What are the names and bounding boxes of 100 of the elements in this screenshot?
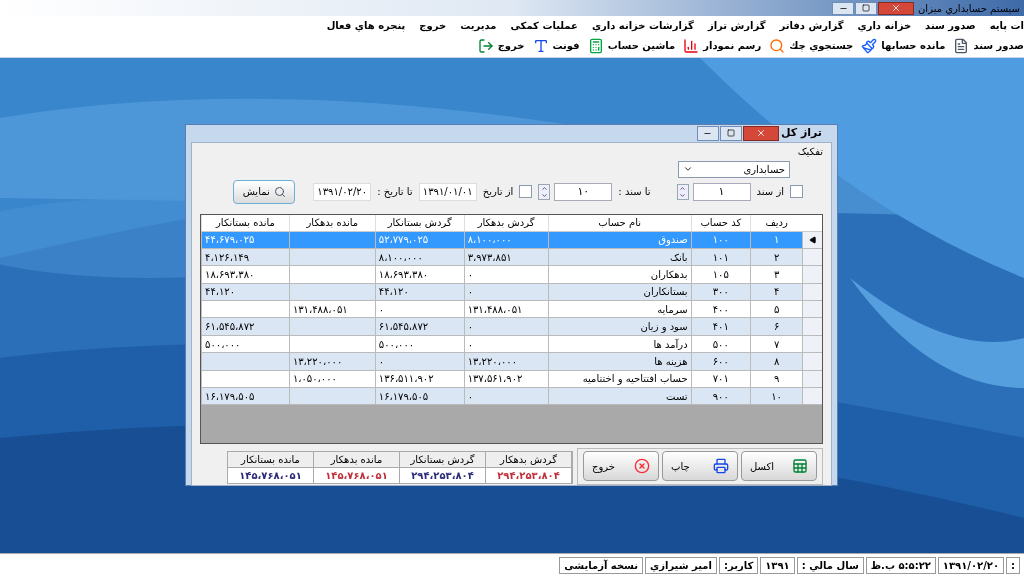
table-cell-text: ۱۶،۱۷۹،۵۰۵ xyxy=(205,389,255,404)
number-field[interactable]: ۱ xyxy=(692,182,751,201)
table-row[interactable]: ۳ ۱۰۵ بدهکاران ۰ ۱۸،۶۹۳،۳۸۰ ۱۸،۶۹۳،۳۸۰ xyxy=(201,266,822,284)
column-header[interactable]: مانده بستانکار xyxy=(201,214,289,231)
maximize-button[interactable] xyxy=(719,125,742,141)
magnifier-icon xyxy=(769,37,786,54)
menu-item[interactable]: گزارش تراز xyxy=(707,17,766,33)
toolbar-button[interactable]: جستجوي چك xyxy=(769,37,854,54)
table-cell-text: ۴۴،۱۲۰ xyxy=(378,285,409,300)
table-cell-text: ۸،۱۰۰،۰۰۰ xyxy=(378,250,423,265)
document-icon xyxy=(953,37,970,54)
brush-icon xyxy=(861,37,878,54)
column-header[interactable]: گردش بستانکار xyxy=(374,214,464,231)
table-cell-text: بستانکاران xyxy=(643,285,688,300)
table-cell-text: ۴ xyxy=(773,285,780,300)
total-value: ۲۹۴،۲۵۳،۸۰۴ xyxy=(410,468,475,483)
column-header[interactable]: کد حساب xyxy=(690,214,750,231)
table-row[interactable]: ۶ ۴۰۱ سود و زیان ۰ ۶۱،۵۴۵،۸۷۲ ۶۱،۵۴۵،۸۷۲ xyxy=(201,318,822,336)
table-cell-text: صندوق xyxy=(658,233,688,248)
menu-item[interactable]: گزارشات خزانه داري xyxy=(591,17,694,33)
table-row[interactable]: ۵ ۴۰۰ سرمایه ۱۳۱،۴۸۸،۰۵۱ ۰ ۱۳۱،۴۸۸،۰۵۱ xyxy=(201,301,822,319)
maximize-icon xyxy=(862,4,870,12)
letter-icon xyxy=(532,37,549,54)
table-cell-text: ۸ xyxy=(773,354,780,369)
table-cell-text: ۳،۹۷۳،۸۵۱ xyxy=(467,250,512,265)
table-cell-text: ۸،۱۰۰،۰۰۰ xyxy=(467,233,512,248)
table-cell-text: ۵۰۰،۰۰۰ xyxy=(378,337,415,352)
column-header[interactable]: گردش بدهکار xyxy=(463,214,548,231)
table-cell-text: ۴۰۱ xyxy=(712,320,729,335)
menu-item[interactable]: گزارش دفاتر xyxy=(779,17,844,33)
table-cell-text: ۰ xyxy=(467,337,473,352)
menu-item[interactable]: خروج xyxy=(419,17,447,33)
table-cell-text: ۹ xyxy=(773,372,780,387)
close-button[interactable] xyxy=(742,125,779,141)
status-field: ۵:۵:۲۲ ب.ظ xyxy=(865,556,936,574)
show-button[interactable]: نمایش xyxy=(233,179,296,204)
calculator-icon xyxy=(587,37,604,54)
field-label: از سند xyxy=(756,185,784,199)
column-header[interactable]: نام حساب xyxy=(547,214,691,231)
status-field: سال مالي : xyxy=(796,556,864,574)
menu-item[interactable]: ات پایه xyxy=(989,17,1024,33)
toolbar-button[interactable]: ماشین حساب xyxy=(587,37,676,54)
close-icon xyxy=(755,128,766,139)
toolbar-button[interactable]: مانده حسابها xyxy=(861,37,946,54)
close-button[interactable] xyxy=(878,1,914,15)
table-cell-text: ۲ xyxy=(773,250,780,265)
status-field: امیر شیرازي xyxy=(645,556,717,574)
table-cell-text: ۱۳،۲۲۰،۰۰۰ xyxy=(292,354,343,369)
status-field: نسخه آزمایشی xyxy=(559,556,644,574)
table-cell-text: ۴۴،۱۲۰ xyxy=(205,285,236,300)
group-label: تفکیک xyxy=(796,144,823,159)
menu-item[interactable]: مدیریت xyxy=(460,17,497,33)
table-cell-text: ۱۳۶،۵۱۱،۹۰۲ xyxy=(378,372,434,387)
dialog-title: تراز کل xyxy=(780,125,823,141)
total-label: گردش بدهکار xyxy=(486,451,571,468)
dialog-button[interactable]: خروج xyxy=(583,451,659,481)
table-cell-text: ۵۰۰،۰۰۰ xyxy=(205,337,241,352)
maximize-button[interactable] xyxy=(855,1,877,15)
checkbox[interactable] xyxy=(790,185,803,198)
date-field[interactable]: ۱۳۹۱/۰۱/۰۱ xyxy=(418,182,477,201)
menu-item[interactable]: صدور سند xyxy=(925,17,976,33)
table-cell-text: ۴۴،۶۷۹،۰۲۵ xyxy=(205,233,255,248)
table-cell-text: ۱،۰۵۰،۰۰۰ xyxy=(292,372,337,387)
table-cell-text: ۱۸،۶۹۳،۳۸۰ xyxy=(205,267,255,282)
total-value: ۲۹۴،۲۵۳،۸۰۴ xyxy=(496,468,561,483)
spreadsheet-icon xyxy=(792,458,808,474)
checkbox[interactable] xyxy=(519,185,533,198)
cancel-icon xyxy=(634,458,650,474)
table-row[interactable]: ۸ ۶۰۰ هزینه ها ۱۳،۲۲۰،۰۰۰ ۰ ۱۳،۲۲۰،۰۰۰ xyxy=(201,353,822,371)
minimize-button[interactable] xyxy=(696,125,719,141)
table-cell-text: ۰ xyxy=(378,302,385,317)
number-field[interactable]: ۱۰ xyxy=(554,182,613,201)
toolbar-button[interactable]: رسم نمودار xyxy=(683,37,762,54)
category-dropdown[interactable]: حسابداری xyxy=(678,160,790,178)
table-cell-text: سرمایه xyxy=(657,302,688,317)
column-header[interactable]: ردیف xyxy=(749,214,803,231)
toolbar-button[interactable]: خروج xyxy=(477,37,525,54)
table-cell-text: ۴۰۰ xyxy=(712,302,729,317)
menu-item[interactable]: خزانه داري xyxy=(857,17,912,33)
table-cell-text: ۱۰۵ xyxy=(712,267,729,282)
dialog-button[interactable]: اکسل xyxy=(741,451,817,481)
table-cell-text: ۶۱،۵۴۵،۸۷۲ xyxy=(378,320,429,335)
table-cell-text: ۹۰۰ xyxy=(712,389,729,404)
menu-item[interactable]: عملیات کمکی xyxy=(510,17,578,33)
spinner-buttons[interactable] xyxy=(538,183,551,200)
table-cell-text: ۱۳،۲۲۰،۰۰۰ xyxy=(467,354,518,369)
menu-item[interactable]: پنجره هاي فعال xyxy=(326,17,406,33)
minimize-button[interactable] xyxy=(832,1,854,15)
table-cell-text: ۴،۱۲۶،۱۴۹ xyxy=(205,250,250,265)
table-cell-text: ۱ xyxy=(773,233,780,248)
column-header[interactable]: مانده بدهکار xyxy=(288,214,375,231)
table-row[interactable]: ۱۰ ۹۰۰ تست ۰ ۱۶،۱۷۹،۵۰۵ ۱۶،۱۷۹،۵۰۵ xyxy=(201,388,822,406)
date-field[interactable]: ۱۳۹۱/۰۲/۲۰ xyxy=(313,182,372,201)
close-icon xyxy=(891,3,901,13)
total-label: گردش بستانکار xyxy=(400,451,485,468)
toolbar-button[interactable]: صدور سند xyxy=(953,37,1024,54)
dialog-button[interactable]: چاپ xyxy=(662,451,738,481)
table-cell-text: سود و زیان xyxy=(640,320,688,335)
spinner-buttons[interactable] xyxy=(676,183,689,200)
toolbar-button[interactable]: فونت xyxy=(532,37,580,54)
